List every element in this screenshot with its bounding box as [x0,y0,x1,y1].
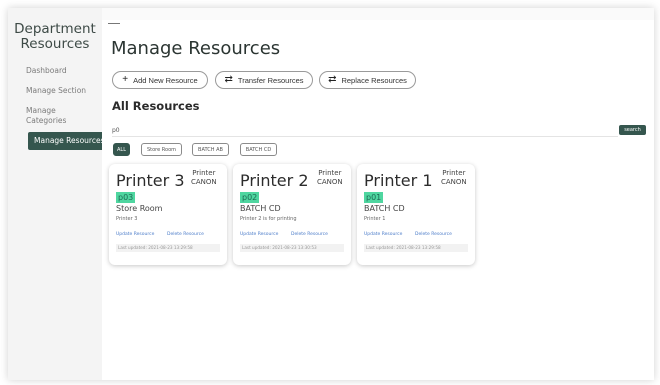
brand-title: Department Resources [8,22,102,52]
transfer-resources-button[interactable]: ⇄ Transfer Resources [215,71,313,89]
delete-resource-link[interactable]: Delete Resource [167,232,204,237]
resource-card: Printer 3 Printer CANON p03 Store Room P… [109,164,227,265]
resource-description: Printer 1 [364,216,386,222]
resource-brand: CANON [441,178,467,186]
sidebar-item-manage-section[interactable]: Manage Section [26,86,86,96]
resource-type-label: Printer [192,169,216,177]
resource-location: BATCH CD [240,204,281,213]
sidebar-item-manage-resources[interactable]: Manage Resources [28,132,108,150]
search-button[interactable]: search [619,125,646,135]
sidebar: Department Resources Dashboard Manage Se… [8,8,108,380]
update-resource-link[interactable]: Update Resource [116,232,154,237]
search-input[interactable] [112,124,612,136]
swap-icon: ⇄ [224,74,233,85]
resource-location: Store Room [116,204,163,213]
sidebar-item-manage-categories[interactable]: Manage Categories [26,106,66,126]
swap-icon: ⇄ [328,74,337,85]
search-underline [112,136,618,137]
brand-line-2: Resources [20,36,90,52]
resource-code-badge: p01 [364,192,384,203]
delete-resource-link[interactable]: Delete Resource [291,232,328,237]
resource-code-badge: p03 [116,192,136,203]
sidebar-item-label: Manage [26,106,56,115]
resource-type: Printer CANON [441,169,467,187]
resource-type: Printer CANON [317,169,343,187]
resource-location: BATCH CD [364,204,405,213]
delete-resource-link[interactable]: Delete Resource [415,232,452,237]
collapse-handle[interactable] [108,23,120,24]
resource-card: Printer 1 Printer CANON p01 BATCH CD Pri… [357,164,475,265]
transfer-resources-label: Transfer Resources [237,75,304,85]
resource-name: Printer 1 [364,171,433,190]
add-resource-button[interactable]: + Add New Resource [112,71,208,89]
filter-batch-ab[interactable]: BATCH AB [192,143,229,156]
resource-type-label: Printer [318,169,342,177]
resource-description: Printer 2 is for printing [240,216,297,222]
resource-brand: CANON [317,178,343,186]
replace-resources-button[interactable]: ⇄ Replace Resources [319,71,416,89]
resource-type-label: Printer [442,169,466,177]
sidebar-item-label: Categories [26,116,67,125]
section-title: All Resources [112,99,200,113]
last-updated: Last updated: 2021-08-23 13:30:53 [240,244,344,252]
last-updated: Last updated: 2021-08-23 13:29:58 [116,244,220,252]
brand-line-1: Department [14,21,96,37]
resource-card: Printer 2 Printer CANON p02 BATCH CD Pri… [233,164,351,265]
plus-icon: + [122,74,129,85]
resource-name: Printer 2 [240,171,309,190]
filter-store-room[interactable]: Store Room [141,143,182,156]
update-resource-link[interactable]: Update Resource [240,232,278,237]
sidebar-item-dashboard[interactable]: Dashboard [26,66,67,76]
filter-all[interactable]: ALL [113,143,130,156]
filter-batch-cd[interactable]: BATCH CD [240,143,277,156]
resource-code-badge: p02 [240,192,260,203]
resource-brand: CANON [191,178,217,186]
page-title: Manage Resources [111,38,281,59]
replace-resources-label: Replace Resources [341,75,407,85]
resource-type: Printer CANON [191,169,217,187]
add-resource-label: Add New Resource [133,75,198,85]
resource-name: Printer 3 [116,171,185,190]
update-resource-link[interactable]: Update Resource [364,232,402,237]
resource-description: Printer 3 [116,216,138,222]
last-updated: Last updated: 2021-08-23 13:29:58 [364,244,468,252]
